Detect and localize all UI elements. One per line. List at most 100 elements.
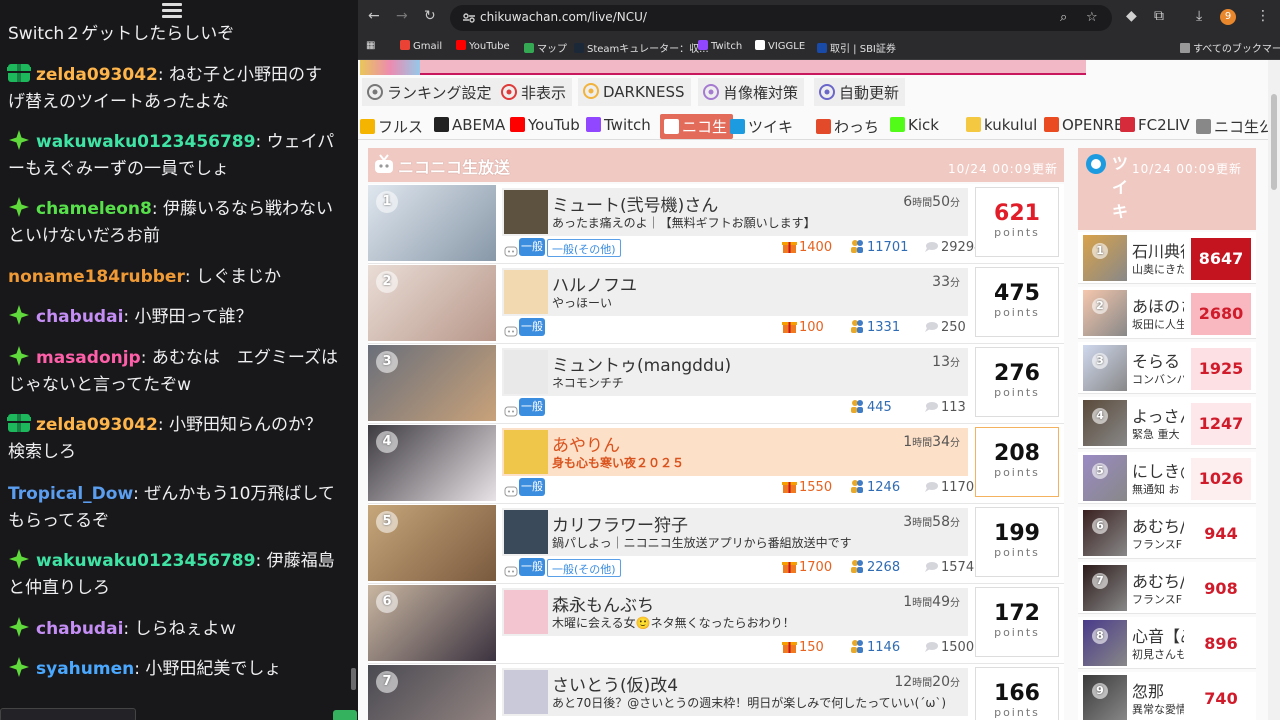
twitcasting-row[interactable]: 8 心音【ゐ初見さんも 896 — [1078, 617, 1256, 669]
caster-name[interactable]: あむち/ — [1132, 568, 1184, 592]
ranking-row[interactable]: 2 ハルノフユ やっほーい 33分 一般 100 1331 250 475 points — [368, 264, 1064, 344]
caster-avatar[interactable]: 6 — [1083, 510, 1127, 556]
back-icon[interactable]: ← — [368, 8, 380, 24]
streamer-name[interactable]: カリフラワー狩子 — [552, 511, 688, 536]
stream-thumbnail[interactable]: 7 — [368, 665, 496, 720]
caster-avatar[interactable]: 4 — [1083, 400, 1127, 446]
caster-name[interactable]: 忽那 — [1132, 678, 1184, 702]
stream-thumbnail[interactable]: 6 — [368, 585, 496, 661]
platform-tab[interactable]: ABEMA — [434, 114, 505, 139]
category-tag[interactable]: 一般 — [519, 478, 545, 496]
chat-username[interactable]: noname184rubber — [8, 267, 185, 287]
category-tag[interactable]: 一般 — [519, 398, 545, 416]
chat-username[interactable]: zelda093042 — [36, 65, 158, 85]
profile-avatar[interactable]: 9 — [1220, 9, 1236, 25]
bookmark-item[interactable]: マップ — [524, 40, 567, 55]
stream-thumbnail[interactable]: 5 — [368, 505, 496, 581]
twitcasting-row[interactable]: 9 忽那 異常な愛情 740 — [1078, 672, 1256, 720]
twitcasting-row[interactable]: 5 にしき@無通知 お 1026 — [1078, 452, 1256, 504]
platform-tab[interactable]: ニコ生 — [660, 114, 734, 139]
stream-thumbnail[interactable]: 4 — [368, 425, 496, 501]
apps-icon[interactable]: ▦ — [366, 40, 375, 51]
streamer-name[interactable]: ミュントゥ(mangddu) — [552, 351, 731, 376]
chat-username[interactable]: chabudai — [36, 619, 123, 639]
ranking-row[interactable]: 7 さいとう(仮)改4 あと70日後？@さいとうの週末枠！明日が楽しみで何したってい… — [368, 664, 1064, 720]
category-tag[interactable]: 一般 — [519, 238, 545, 256]
platform-tab[interactable]: OPENRE — [1044, 114, 1123, 139]
caster-name[interactable]: にしき@ — [1132, 458, 1184, 482]
chat-username[interactable]: zelda093042 — [36, 415, 158, 435]
ranking-row[interactable]: 3 ミュントゥ(mangddu) ネコモンチチ 13分 一般 445 113 276 point… — [368, 344, 1064, 424]
platform-tab[interactable]: Twitch — [586, 114, 651, 139]
bookmark-item[interactable]: VIGGLE — [755, 40, 805, 52]
page-scrollbar-thumb[interactable] — [1271, 94, 1277, 190]
stream-thumbnail[interactable]: 3 — [368, 345, 496, 421]
chat-username[interactable]: wakuwaku0123456789 — [36, 132, 255, 152]
subcategory-tag[interactable]: 一般(その他) — [547, 559, 621, 577]
ranking-row[interactable]: 1 ミュート(弐号機)さん あったま痛えのよ｜【無料ギフトお願いします】 6時間50分… — [368, 184, 1064, 264]
caster-name[interactable]: 石川典行 — [1132, 238, 1184, 262]
control-button[interactable]: ランキング設定 — [362, 78, 498, 106]
bookmark-item[interactable]: Twitch — [698, 40, 742, 52]
chat-username[interactable]: Tropical_Dow — [8, 484, 133, 504]
all-bookmarks[interactable]: すべてのブックマーク — [1180, 40, 1280, 55]
caster-name[interactable]: そらる — [1132, 348, 1184, 372]
control-button[interactable]: DARKNESS — [578, 78, 691, 106]
platform-tab[interactable]: YouTub — [510, 114, 580, 139]
streamer-name[interactable]: さいとう(仮)改4 — [552, 671, 678, 696]
stream-thumbnail[interactable]: 1 — [368, 185, 496, 261]
caster-name[interactable]: あむち/ — [1132, 513, 1184, 537]
streamer-avatar[interactable] — [504, 270, 548, 314]
caster-name[interactable]: あほのさ — [1132, 293, 1184, 317]
twitcasting-row[interactable]: 7 あむち/フランスF 908 — [1078, 562, 1256, 614]
streamer-avatar[interactable] — [504, 590, 548, 634]
streamer-avatar[interactable] — [504, 510, 548, 554]
caster-name[interactable]: 心音【ゐ — [1132, 623, 1184, 647]
chat-username[interactable]: chameleon8 — [36, 199, 152, 219]
address-bar[interactable]: chikuwachan.com/live/NCU/ ⌕ ☆ — [450, 5, 1112, 31]
caster-avatar[interactable]: 9 — [1083, 675, 1127, 720]
download-icon[interactable]: ⤓ — [1196, 8, 1202, 24]
chat-drag-handle[interactable] — [160, 0, 184, 22]
caster-avatar[interactable]: 7 — [1083, 565, 1127, 611]
streamer-avatar[interactable] — [504, 430, 548, 474]
control-button[interactable]: 非表示 — [496, 78, 573, 106]
reload-icon[interactable]: ↻ — [424, 8, 436, 24]
site-info-icon[interactable] — [462, 11, 476, 25]
streamer-name[interactable]: 森永もんぶち — [552, 591, 654, 616]
streamer-name[interactable]: あやりん — [552, 431, 620, 456]
twitcasting-row[interactable]: 1 石川典行山奥にきた 8647 — [1078, 232, 1256, 284]
caster-avatar[interactable]: 3 — [1083, 345, 1127, 391]
zoom-icon[interactable]: ⌕ — [1060, 10, 1067, 25]
platform-tab[interactable]: kukulul — [966, 114, 1037, 139]
bookmark-star-icon[interactable]: ☆ — [1086, 10, 1098, 25]
caster-name[interactable]: よっさん — [1132, 403, 1184, 427]
twitcasting-row[interactable]: 3 そらる コンバンハ 1925 — [1078, 342, 1256, 394]
category-tag[interactable]: 一般 — [519, 318, 545, 336]
platform-tab[interactable]: ツイキ — [730, 114, 793, 139]
twitcasting-row[interactable]: 2 あほのさ坂田に人生 2680 — [1078, 287, 1256, 339]
streamer-avatar[interactable] — [504, 190, 548, 234]
control-button[interactable]: 肖像権対策 — [698, 78, 805, 106]
platform-tab[interactable]: わっち — [816, 114, 879, 139]
chat-username[interactable]: chabudai — [36, 307, 123, 327]
caster-avatar[interactable]: 2 — [1083, 290, 1127, 336]
chat-username[interactable]: wakuwaku0123456789 — [36, 551, 255, 571]
ranking-row[interactable]: 6 森永もんぶち 木曜に会える女🙂ネタ無くなったらおわり！ 1時間49分 150 1146… — [368, 584, 1064, 664]
stream-thumbnail[interactable]: 2 — [368, 265, 496, 341]
forward-icon[interactable]: → — [396, 8, 408, 24]
bookmark-item[interactable]: 取引 | SBI証券 — [817, 40, 896, 55]
twitcasting-row[interactable]: 6 あむち/フランスF 944 — [1078, 507, 1256, 559]
streamer-name[interactable]: ミュート(弐号機)さん — [552, 191, 718, 216]
ranking-row[interactable]: 4 あやりん 身も心も寒い夜２０２５ 1時間34分 一般 1550 1246 1170 208 p… — [368, 424, 1064, 504]
puzzle-icon[interactable]: ⧉ — [1154, 8, 1164, 24]
category-tag[interactable]: 一般 — [519, 558, 545, 576]
chat-scrollbar[interactable] — [351, 668, 356, 690]
caster-avatar[interactable]: 5 — [1083, 455, 1127, 501]
platform-tab[interactable]: ニコ生公 — [1196, 114, 1274, 139]
subcategory-tag[interactable]: 一般(その他) — [547, 239, 621, 257]
chat-send-button[interactable] — [333, 710, 357, 720]
bookmark-item[interactable]: Steamキュレーター：収... — [574, 40, 709, 55]
caster-avatar[interactable]: 1 — [1083, 235, 1127, 281]
control-button[interactable]: 自動更新 — [814, 78, 906, 106]
